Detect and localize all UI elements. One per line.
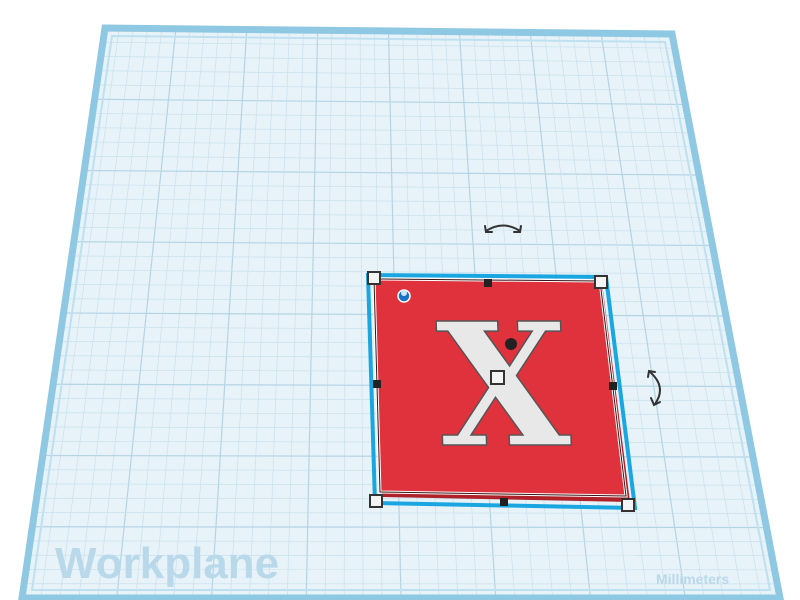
resize-handle-bottom-left[interactable] [369,494,383,508]
resize-handle-bottom[interactable] [500,498,508,506]
resize-handle-bottom-right[interactable] [621,498,635,512]
resize-handle-right[interactable] [609,382,617,390]
hole-icon[interactable] [397,289,411,303]
selected-shape[interactable]: X [365,271,638,512]
resize-handle-top-right[interactable] [594,275,608,289]
letter-x: X [434,286,573,486]
resize-handle-top-left[interactable] [367,271,381,285]
resize-handle-left[interactable] [373,380,381,388]
height-handle[interactable] [490,370,505,385]
grid-line [32,526,767,529]
workplane-canvas[interactable]: Workplane Millimeters X [0,0,800,600]
units-label: Millimeters [656,571,729,587]
resize-handle-top[interactable] [484,279,492,287]
lift-handle[interactable] [505,338,517,350]
workplane-label: Workplane [55,539,279,588]
